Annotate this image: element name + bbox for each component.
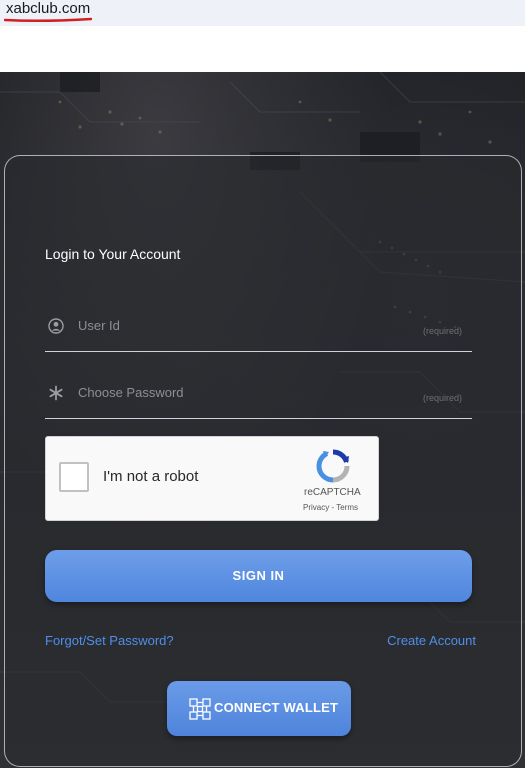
- recaptcha-label: I'm not a robot: [103, 468, 199, 485]
- annotation-underline: [4, 17, 92, 23]
- user-id-required: (required): [422, 326, 462, 336]
- connect-wallet-button[interactable]: CONNECT WALLET: [167, 681, 351, 736]
- recaptcha-widget: I'm not a robot reCAPTCHA Privacy - Term…: [45, 436, 379, 521]
- login-title: Login to Your Account: [45, 246, 181, 262]
- asterisk-icon: [49, 385, 63, 401]
- recaptcha-privacy-link[interactable]: Privacy: [303, 503, 329, 512]
- wallet-connect-icon: [189, 698, 211, 720]
- recaptcha-logo-icon: [316, 449, 350, 483]
- create-account-link[interactable]: Create Account: [387, 633, 476, 648]
- recaptcha-brand: reCAPTCHA: [304, 487, 361, 498]
- connect-wallet-label: CONNECT WALLET: [214, 700, 339, 715]
- password-placeholder: Choose Password: [78, 385, 184, 400]
- sign-in-button[interactable]: SIGN IN: [45, 550, 472, 602]
- recaptcha-terms-links: Privacy - Terms: [303, 503, 358, 512]
- browser-address-bar: xabclub.com: [0, 0, 525, 26]
- user-id-placeholder: User Id: [78, 318, 120, 333]
- password-required: (required): [422, 393, 462, 403]
- recaptcha-checkbox[interactable]: [59, 462, 89, 492]
- user-id-field[interactable]: User Id (required): [45, 304, 472, 352]
- login-background: [0, 72, 525, 768]
- recaptcha-terms-link[interactable]: Terms: [336, 503, 358, 512]
- user-circle-icon: [48, 318, 64, 334]
- forgot-password-link[interactable]: Forgot/Set Password?: [45, 633, 174, 648]
- site-domain: xabclub.com: [6, 0, 91, 17]
- password-field[interactable]: Choose Password (required): [45, 371, 472, 419]
